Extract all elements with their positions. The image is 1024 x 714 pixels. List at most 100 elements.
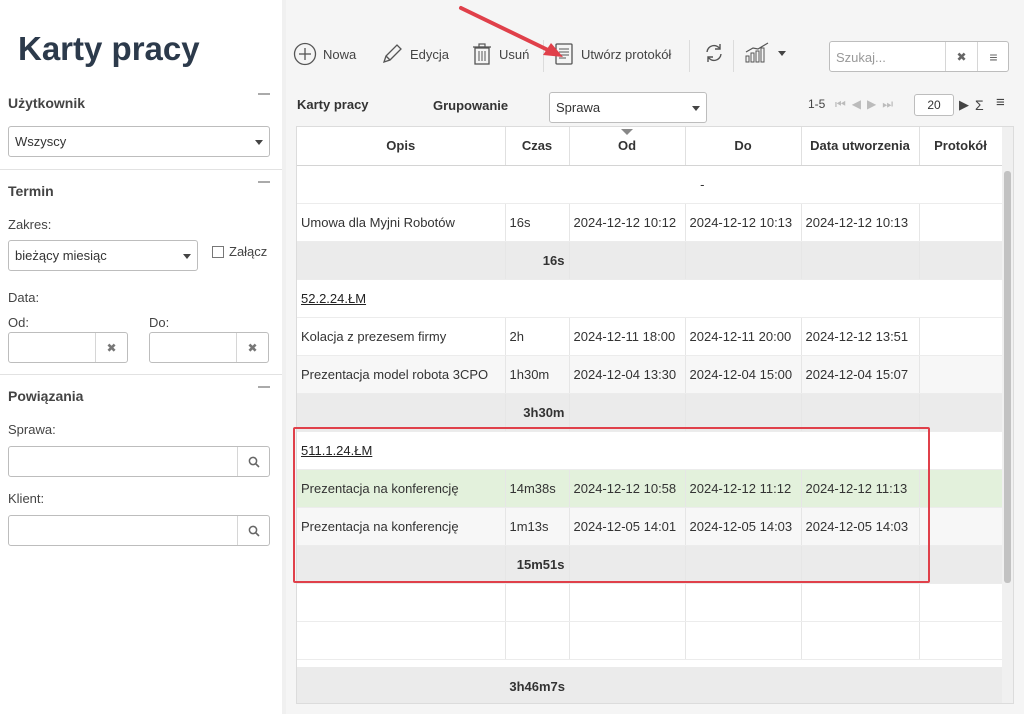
columns-menu-icon[interactable]: ≡ bbox=[996, 94, 1005, 111]
reports-menu-button[interactable] bbox=[744, 42, 786, 64]
search-case-icon[interactable] bbox=[237, 447, 269, 476]
column-header-czas[interactable]: Czas bbox=[505, 127, 570, 166]
toolbar-divider bbox=[733, 40, 734, 72]
table-row[interactable]: Prezentacja model robota 3CPO 1h30m 2024-1… bbox=[297, 355, 1003, 394]
vertical-scrollbar[interactable] bbox=[1002, 127, 1013, 703]
divider bbox=[0, 374, 282, 375]
empty-row bbox=[297, 583, 1003, 622]
trash-icon bbox=[473, 43, 491, 65]
range-select[interactable]: bieżący miesiąc bbox=[8, 240, 198, 271]
collapse-links-section-icon[interactable] bbox=[258, 386, 270, 388]
new-button[interactable]: Nowa bbox=[293, 42, 356, 66]
user-select[interactable]: Wszyscy bbox=[8, 126, 270, 157]
pager-nav-icons[interactable]: ⏮◀▶⏭ bbox=[835, 97, 899, 112]
protocol-cell bbox=[919, 203, 1003, 242]
chevron-down-icon bbox=[692, 106, 700, 111]
empty-cell bbox=[569, 583, 686, 622]
date-to-input[interactable]: ✖ bbox=[149, 332, 269, 363]
attach-checkbox[interactable] bbox=[212, 246, 224, 258]
group-label-cell: 511.1.24.ŁM bbox=[297, 431, 1003, 470]
group-link[interactable]: 511.1.24.ŁM bbox=[301, 443, 372, 458]
subtotal-cell bbox=[685, 241, 802, 280]
client-input[interactable] bbox=[8, 515, 270, 546]
group-header-row[interactable]: 511.1.24.ŁM bbox=[297, 431, 1003, 470]
empty-row bbox=[297, 621, 1003, 660]
chevron-down-icon bbox=[255, 140, 263, 145]
czas-cell: 16s bbox=[505, 203, 570, 242]
group-link[interactable]: 52.2.24.ŁM bbox=[301, 291, 366, 306]
grouping-label: Grupowanie bbox=[433, 98, 509, 113]
group-label: - bbox=[700, 176, 705, 192]
created-cell: 2024-12-04 15:07 bbox=[801, 355, 920, 394]
created-cell: 2024-12-12 10:13 bbox=[801, 203, 920, 242]
subtotal-cell bbox=[569, 545, 686, 584]
subtotal-row[interactable]: 15m51s bbox=[297, 545, 1003, 584]
do-cell: 2024-12-12 11:12 bbox=[685, 469, 802, 508]
created-cell: 2024-12-05 14:03 bbox=[801, 507, 920, 546]
empty-cell bbox=[685, 583, 802, 622]
sum-icon[interactable]: Σ bbox=[975, 97, 984, 113]
column-header-do[interactable]: Do bbox=[685, 127, 802, 166]
column-header-data-utworzenia[interactable]: Data utworzenia bbox=[801, 127, 920, 166]
case-label: Sprawa: bbox=[8, 422, 56, 437]
clear-date-from-icon[interactable]: ✖ bbox=[95, 333, 127, 362]
table-row[interactable]: Umowa dla Myjni Robotów 16s 2024-12-12 10:… bbox=[297, 203, 1003, 242]
pencil-icon bbox=[382, 44, 402, 64]
created-cell: 2024-12-12 13:51 bbox=[801, 317, 920, 356]
grouping-select-value: Sprawa bbox=[556, 100, 601, 115]
subtotal-cell bbox=[919, 241, 1003, 280]
attach-label: Załącz bbox=[229, 244, 268, 259]
new-button-label: Nowa bbox=[323, 46, 357, 62]
protocol-cell bbox=[919, 355, 1003, 394]
opis-cell: Kolacja z prezesem firmy bbox=[297, 317, 506, 356]
search-client-icon[interactable] bbox=[237, 516, 269, 545]
grouping-select[interactable]: Sprawa bbox=[549, 92, 707, 123]
subtotal-cell bbox=[685, 545, 802, 584]
menu-icon[interactable]: ≡ bbox=[977, 42, 1009, 71]
od-cell: 2024-12-12 10:12 bbox=[569, 203, 686, 242]
empty-cell bbox=[505, 583, 570, 622]
od-cell: 2024-12-11 18:00 bbox=[569, 317, 686, 356]
date-from-input[interactable]: ✖ bbox=[8, 332, 128, 363]
group-label-cell: 52.2.24.ŁM bbox=[297, 279, 1003, 318]
collapse-term-section-icon[interactable] bbox=[258, 181, 270, 183]
table: Opis Czas Od Do Data utworzenia Protokół… bbox=[297, 127, 1003, 660]
clear-date-to-icon[interactable]: ✖ bbox=[236, 333, 268, 362]
chart-icon bbox=[745, 42, 769, 63]
case-input[interactable] bbox=[8, 446, 270, 477]
czas-cell: 1m13s bbox=[505, 507, 570, 546]
column-header-od[interactable]: Od bbox=[569, 127, 686, 166]
next-page-icon[interactable]: ▶ bbox=[959, 97, 969, 113]
subtotal-cell bbox=[297, 241, 506, 280]
table-row[interactable]: Prezentacja na konferencję 14m38s 2024-12-… bbox=[297, 469, 1003, 508]
delete-button[interactable]: Usuń bbox=[471, 42, 529, 66]
toolbar-divider bbox=[543, 40, 544, 72]
protocol-cell bbox=[919, 469, 1003, 508]
subtotal-row[interactable]: 3h30m bbox=[297, 393, 1003, 432]
refresh-button[interactable] bbox=[703, 42, 725, 64]
chevron-down-icon bbox=[183, 254, 191, 259]
edit-button-label: Edycja bbox=[410, 46, 450, 62]
subtotal-cell bbox=[919, 393, 1003, 432]
subtotal-row[interactable]: 16s bbox=[297, 241, 1003, 280]
empty-cell bbox=[297, 621, 506, 660]
group-header-row[interactable]: 52.2.24.ŁM bbox=[297, 279, 1003, 318]
table-row[interactable]: Prezentacja na konferencję 1m13s 2024-12-0… bbox=[297, 507, 1003, 546]
table-row[interactable]: Kolacja z prezesem firmy 2h 2024-12-11 18:… bbox=[297, 317, 1003, 356]
column-header-opis[interactable]: Opis bbox=[297, 127, 506, 166]
subtotal-cell bbox=[297, 545, 506, 584]
opis-cell: Umowa dla Myjni Robotów bbox=[297, 203, 506, 242]
od-cell: 2024-12-04 13:30 bbox=[569, 355, 686, 394]
scrollbar-thumb[interactable] bbox=[1004, 171, 1011, 583]
links-section-title: Powiązania bbox=[8, 388, 84, 404]
column-header-protokol[interactable]: Protokół bbox=[919, 127, 1003, 166]
group-header-row[interactable]: - bbox=[297, 165, 1003, 204]
clear-search-icon[interactable]: ✖ bbox=[945, 42, 977, 71]
search-input[interactable]: Szukaj... bbox=[836, 50, 886, 65]
edit-button[interactable]: Edycja bbox=[380, 42, 449, 66]
create-protocol-button[interactable]: Utwórz protokół bbox=[553, 42, 671, 66]
page-size-select[interactable]: 20 bbox=[914, 94, 954, 116]
search-box[interactable]: Szukaj... ✖ ≡ bbox=[829, 41, 1009, 72]
collapse-user-section-icon[interactable] bbox=[258, 93, 270, 95]
group-label-cell: - bbox=[297, 165, 1003, 204]
